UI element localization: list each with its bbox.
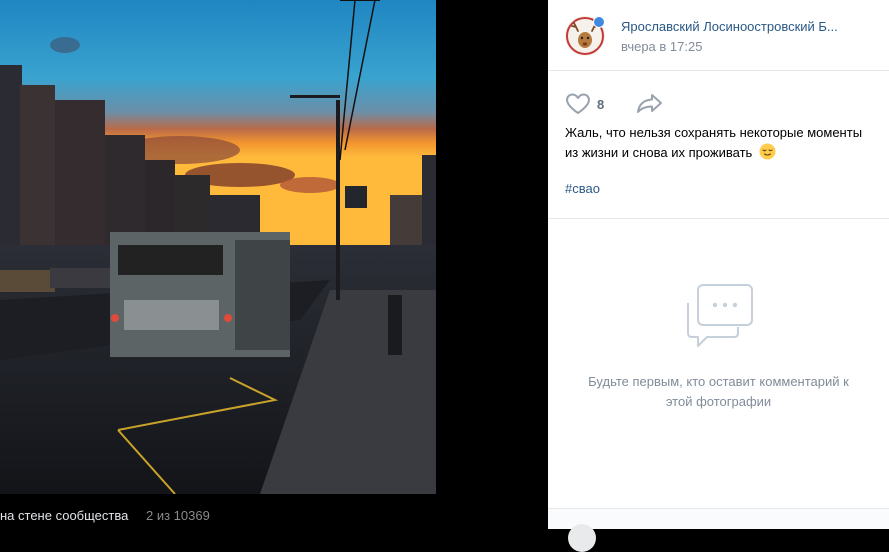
user-avatar (568, 524, 596, 552)
photo-counter: 2 из 10369 (145, 508, 210, 523)
album-link[interactable]: на стене сообщества (0, 508, 128, 523)
share-button[interactable] (636, 92, 664, 119)
sunset-street-photo (0, 0, 436, 494)
relieved-face-emoji-icon (759, 143, 776, 160)
photo-viewer: на стене сообщества 2 из 10369 (0, 0, 548, 528)
post-date[interactable]: вчера в 17:25 (621, 39, 702, 54)
like-button[interactable]: 8 (565, 92, 604, 116)
share-arrow-icon (637, 94, 662, 113)
post-text: Жаль, что нельзя сохранять некоторые мом… (565, 125, 863, 160)
community-name[interactable]: Ярославский Лосиноостровский Б... (621, 19, 871, 34)
comments-section: Будьте первым, кто оставит комментарий к… (548, 218, 889, 509)
post-photo[interactable] (0, 0, 436, 494)
photo-footer: на стене сообщества 2 из 10369 (0, 508, 210, 528)
no-comments-text: Будьте первым, кто оставит комментарий к… (588, 374, 849, 409)
likes-count: 8 (597, 96, 605, 112)
post-actions: 8 (565, 92, 865, 116)
author-header: Ярославский Лосиноостровский Б... вчера … (548, 0, 889, 71)
heart-icon (566, 93, 590, 114)
comment-composer[interactable] (548, 508, 889, 552)
verified-badge-icon (593, 16, 605, 28)
photo-info-panel: Ярославский Лосиноостровский Б... вчера … (548, 0, 889, 552)
chat-bubble-icon (687, 284, 753, 347)
post-description: Жаль, что нельзя сохранять некоторые мом… (565, 123, 875, 163)
hashtag-link[interactable]: #свао (565, 181, 600, 196)
